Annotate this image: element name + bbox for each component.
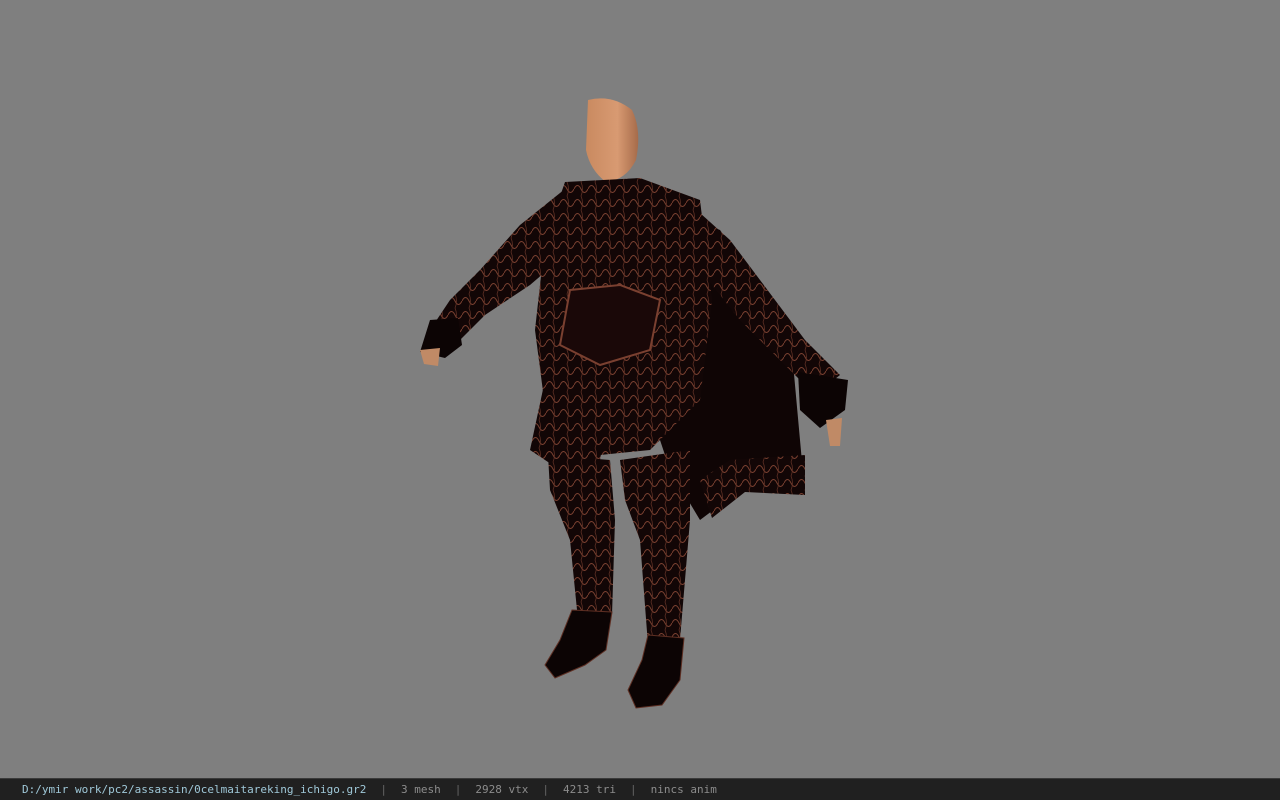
triangle-count: 4213 tri	[562, 783, 616, 796]
separator: |	[542, 783, 549, 796]
file-path: D:/ymir work/pc2/assassin/0celmaitarekin…	[22, 783, 367, 796]
separator: |	[629, 783, 637, 796]
mesh-count: 3 mesh	[401, 783, 441, 796]
separator: |	[380, 783, 387, 796]
armored-character-model-icon	[420, 98, 848, 709]
status-bar: D:/ymir work/pc2/assassin/0celmaitarekin…	[0, 778, 1280, 800]
separator: |	[454, 783, 462, 796]
model-viewport[interactable]	[0, 0, 1280, 778]
vertex-count: 2928 vtx	[475, 783, 529, 796]
animation-status: nincs anim	[650, 783, 717, 796]
